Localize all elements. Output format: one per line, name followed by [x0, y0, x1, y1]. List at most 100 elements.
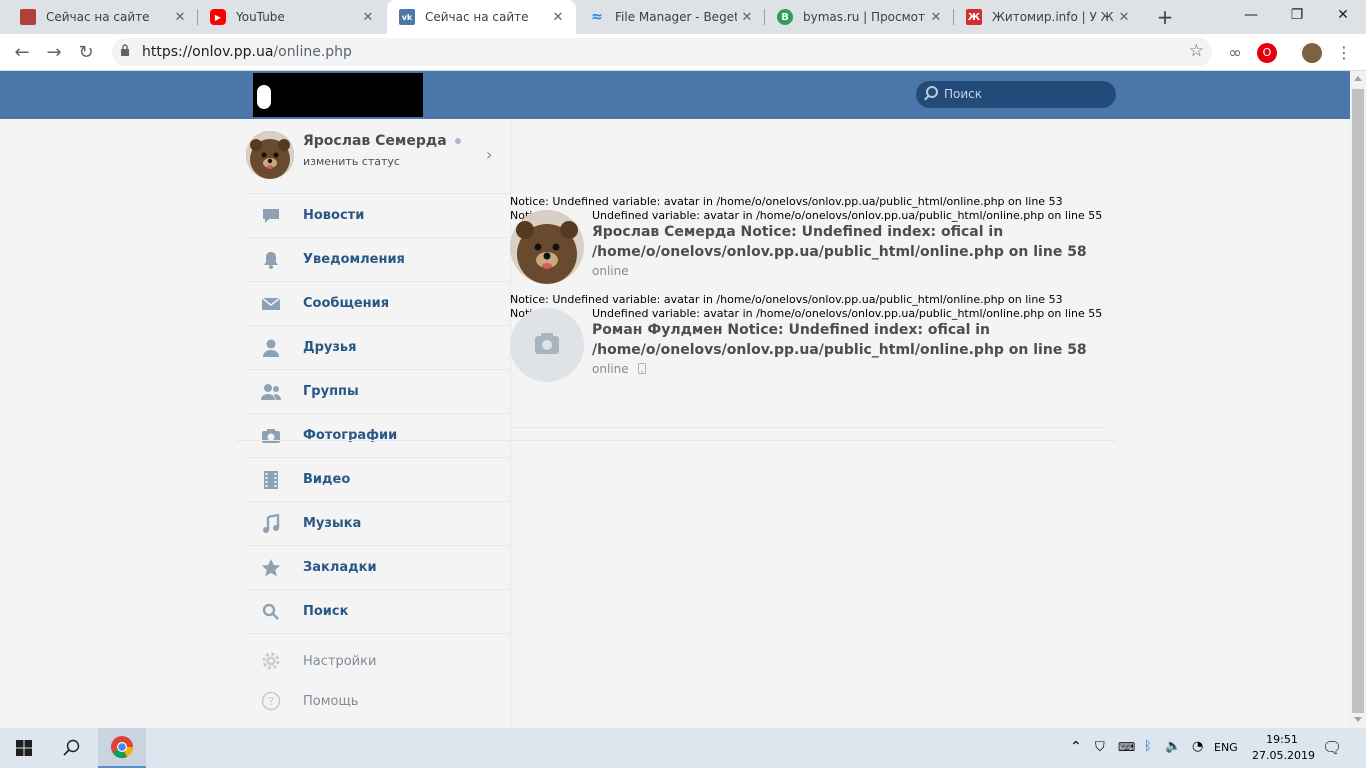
- address-bar[interactable]: https://onlov.pp.ua/online.php ☆: [112, 38, 1212, 66]
- tab-5[interactable]: Ж Житомир.info | У Жито ✕: [954, 0, 1142, 34]
- close-icon[interactable]: ✕: [548, 10, 568, 25]
- notifications-icon[interactable]: 🗨: [1322, 738, 1342, 757]
- tab-title: Сейчас на сайте: [46, 10, 150, 24]
- minimize-button[interactable]: —: [1228, 0, 1274, 30]
- chevron-right-icon[interactable]: ›: [486, 145, 492, 164]
- tab-2-active[interactable]: vk Сейчас на сайте ✕: [387, 0, 576, 34]
- youtube-icon: ▶: [210, 9, 226, 25]
- tab-title: Сейчас на сайте: [425, 10, 529, 24]
- scroll-up-icon[interactable]: [1354, 76, 1362, 81]
- tab-title: bymas.ru | Просмотр ar: [803, 10, 926, 24]
- url-host: https://onlov.pp.ua: [142, 44, 274, 60]
- clock[interactable]: 19:51 27.05.2019: [1252, 733, 1315, 762]
- user-name-line: /home/o/onelovs/onlov.pp.ua/public_html/…: [592, 342, 1087, 358]
- profile-avatar[interactable]: [1302, 43, 1322, 63]
- bookmark-star-icon[interactable]: ☆: [1189, 41, 1204, 61]
- page-content: Ярослав Семерда изменить статус › Новост…: [0, 71, 1350, 728]
- star-icon: [259, 556, 283, 580]
- search-icon: [926, 86, 938, 98]
- close-window-button[interactable]: ✕: [1320, 0, 1366, 30]
- tab-1[interactable]: ▶ YouTube ✕: [198, 0, 386, 34]
- url-path: /online.php: [273, 44, 352, 60]
- sidebar-item-bookmarks[interactable]: Закладки: [246, 545, 510, 589]
- sidebar-item-friends[interactable]: Друзья: [246, 325, 510, 369]
- close-icon[interactable]: ✕: [1114, 10, 1134, 25]
- gear-icon: [259, 649, 283, 673]
- logo-mark: [257, 85, 271, 109]
- music-icon: [259, 512, 283, 536]
- sidebar-item-settings[interactable]: Настройки: [246, 641, 510, 681]
- shield-icon[interactable]: ⛉: [1095, 740, 1105, 755]
- profile-name[interactable]: Ярослав Семерда: [303, 133, 461, 149]
- avatar-placeholder[interactable]: [510, 308, 584, 382]
- bell-icon: [259, 248, 283, 272]
- avatar[interactable]: [510, 210, 584, 284]
- chrome-taskbar-icon[interactable]: [98, 728, 146, 768]
- user-icon: [259, 336, 283, 360]
- sidebar-item-news[interactable]: Новости: [246, 193, 510, 237]
- lock-icon: [121, 44, 129, 56]
- search-input[interactable]: [944, 85, 1104, 103]
- svg-text:?: ?: [268, 695, 274, 708]
- sidebar-item-notifications[interactable]: Уведомления: [246, 237, 510, 281]
- scrollbar-thumb[interactable]: [1352, 89, 1364, 713]
- user-name-link[interactable]: Ярослав Семерда Notice: Undefined index:…: [592, 222, 1087, 262]
- tab-0[interactable]: Сейчас на сайте ✕: [8, 0, 198, 34]
- volume-icon[interactable]: 🔈: [1165, 739, 1181, 754]
- new-tab-button[interactable]: +: [1155, 7, 1175, 27]
- infinity-extension-icon[interactable]: ∞: [1225, 43, 1245, 63]
- sidebar-item-groups[interactable]: Группы: [246, 369, 510, 413]
- camera-icon: [535, 333, 559, 354]
- url-text: https://onlov.pp.ua/online.php: [142, 44, 352, 60]
- sidebar-item-search[interactable]: Поиск: [246, 589, 510, 633]
- page-scrollbar[interactable]: [1350, 71, 1366, 728]
- search-icon[interactable]: [48, 728, 96, 768]
- dog-avatar-image: [510, 210, 584, 284]
- keyboard-icon[interactable]: ⌨: [1118, 740, 1135, 754]
- sidebar-item-photos[interactable]: Фотографии: [246, 413, 510, 457]
- content-divider: [236, 440, 1116, 441]
- language-indicator[interactable]: ENG: [1214, 741, 1238, 754]
- restore-button[interactable]: ❐: [1274, 0, 1320, 30]
- scroll-down-icon[interactable]: [1354, 717, 1362, 722]
- tab-4[interactable]: B bymas.ru | Просмотр ar ✕: [765, 0, 954, 34]
- avatar[interactable]: [246, 131, 294, 179]
- header-search[interactable]: [916, 81, 1116, 108]
- change-status-link[interactable]: изменить статус: [303, 155, 400, 168]
- tab-title: Житомир.info | У Жито: [992, 10, 1114, 24]
- clock-time: 19:51: [1266, 733, 1298, 746]
- site-header: [0, 71, 1350, 119]
- windows-taskbar: ⌃ ⛉ ⌨ ᛒ 🔈 ◔ ENG 19:51 27.05.2019 🗨: [0, 728, 1366, 768]
- tab-title: File Manager - Beget: [615, 10, 737, 24]
- menu-dots-icon[interactable]: ⋮: [1334, 43, 1354, 63]
- tab-title: YouTube: [236, 10, 285, 24]
- sidebar-item-label: Настройки: [303, 653, 377, 669]
- tray-chevron-icon[interactable]: ⌃: [1070, 739, 1082, 755]
- close-icon[interactable]: ✕: [926, 10, 946, 25]
- back-button[interactable]: ←: [10, 41, 34, 65]
- close-icon[interactable]: ✕: [358, 10, 378, 25]
- sidebar-item-label: Закладки: [303, 560, 377, 575]
- close-icon[interactable]: ✕: [170, 10, 190, 25]
- sidebar-menu: Новости Уведомления Сообщения Друзья Гру…: [246, 193, 510, 721]
- sidebar-item-label: Видео: [303, 472, 351, 487]
- site-logo[interactable]: [253, 73, 423, 117]
- sidebar-item-music[interactable]: Музыка: [246, 501, 510, 545]
- sidebar-item-video[interactable]: Видео: [246, 457, 510, 501]
- sidebar-item-messages[interactable]: Сообщения: [246, 281, 510, 325]
- news-icon: [259, 204, 283, 228]
- profile-card[interactable]: Ярослав Семерда изменить статус ›: [246, 131, 510, 187]
- bluetooth-icon[interactable]: ᛒ: [1144, 739, 1152, 754]
- online-dot: [454, 138, 461, 144]
- sidebar-item-label: Поиск: [303, 604, 349, 619]
- forward-button[interactable]: →: [42, 41, 66, 65]
- reload-button[interactable]: ↻: [74, 41, 98, 65]
- sidebar-item-help[interactable]: ? Помощь: [246, 681, 510, 721]
- user-name-link[interactable]: Роман Фулдмен Notice: Undefined index: o…: [592, 320, 1087, 360]
- opera-extension-icon[interactable]: O: [1257, 43, 1277, 63]
- windows-start-icon[interactable]: [0, 728, 48, 768]
- wifi-icon[interactable]: ◔: [1192, 739, 1203, 754]
- tab-3[interactable]: ≈ File Manager - Beget ✕: [577, 0, 765, 34]
- tab-strip: Сейчас на сайте ✕ ▶ YouTube ✕ vk Сейчас …: [0, 0, 1366, 34]
- close-icon[interactable]: ✕: [737, 10, 757, 25]
